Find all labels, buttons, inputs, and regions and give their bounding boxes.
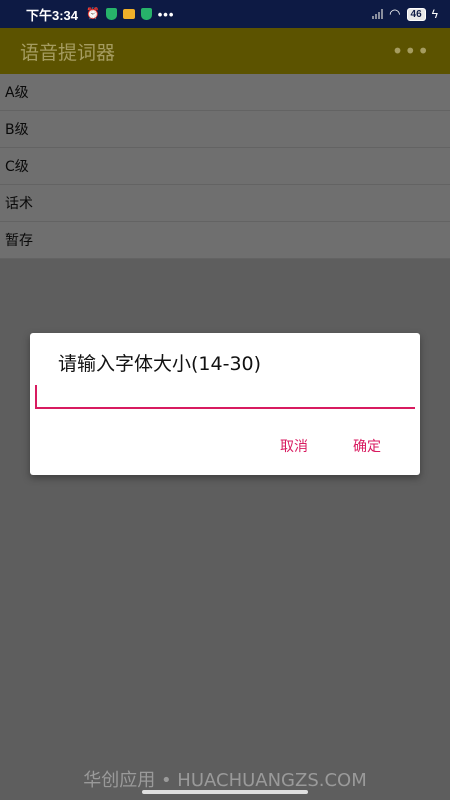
shield-app-icon-2 [140,8,152,20]
list-item[interactable]: A级 [0,74,450,111]
status-time: 下午3:34 [26,7,79,23]
charging-icon: ϟ [431,7,438,21]
shield-app-icon [105,8,117,20]
home-indicator[interactable] [142,790,308,794]
font-size-dialog: 请输入字体大小(14-30) 取消 确定 [30,333,420,475]
alarm-icon: ⏰ [86,7,100,20]
watermark: 华创应用 • HUACHUANGZS.COM [83,770,367,791]
list-item[interactable]: C级 [0,148,450,185]
app-bar: 语音提词器 ••• [0,28,450,74]
overflow-menu-icon[interactable]: ••• [392,39,430,63]
wifi-icon: ◠ [389,6,401,21]
confirm-button[interactable]: 确定 [353,436,381,456]
more-notifications-icon: ••• [157,6,175,22]
status-bar: 下午3:34 ⏰ ••• ◠ 46 ϟ [0,0,450,28]
list-item[interactable]: 暂存 [0,222,450,259]
text-cursor [35,385,37,407]
message-icon [122,9,135,19]
category-list: A级 B级 C级 话术 暂存 [0,74,450,259]
cancel-button[interactable]: 取消 [280,436,308,456]
list-item[interactable]: 话术 [0,185,450,222]
font-size-input[interactable] [35,383,415,409]
dialog-title: 请输入字体大小(14-30) [58,353,262,375]
battery-icon: 46 [406,7,426,21]
signal-icon [372,9,384,19]
status-right: ◠ 46 ϟ [372,6,438,22]
app-title: 语音提词器 [20,41,116,64]
list-item[interactable]: B级 [0,111,450,148]
